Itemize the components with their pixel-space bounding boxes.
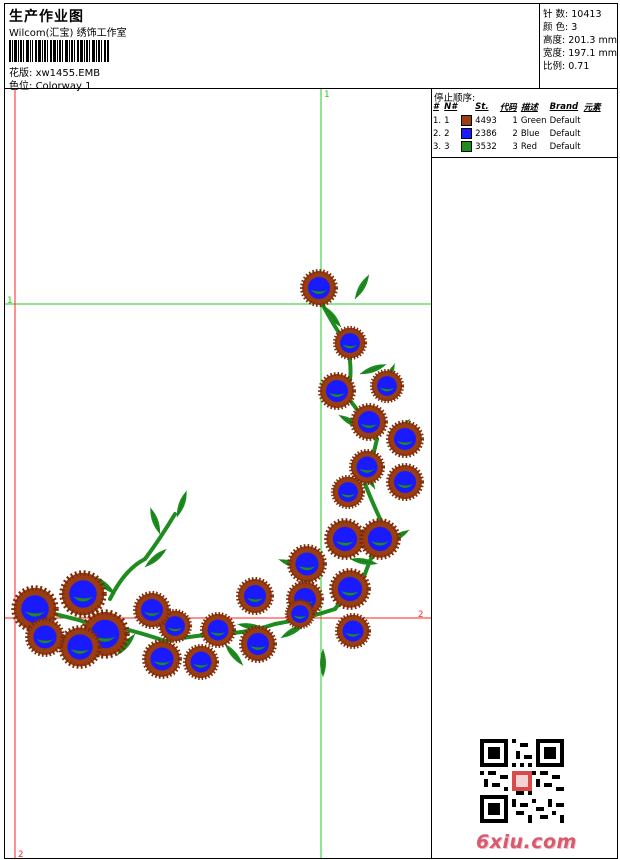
row-n: 1 (444, 115, 450, 126)
color-row[interactable]: 2. 2 2386 2 Blue Default (433, 127, 605, 140)
stop-sequence-section: 停止顺序: # N# St. 代码 描述 Brand 元素 1. 1 4493 … (432, 89, 617, 158)
color-row[interactable]: 1. 1 4493 1 Green Default (433, 114, 605, 127)
site-watermark: 6xiu.com (476, 831, 577, 853)
row-swatch (461, 114, 475, 127)
row-code: 2 (512, 128, 518, 139)
row-index: 3. (433, 141, 442, 152)
row-swatch (461, 127, 475, 140)
row-brand: Default (549, 115, 581, 126)
scale-label: 比例: (543, 61, 566, 72)
guide-h1-label: 1 (7, 296, 12, 306)
studio-subtitle: Wilcom(汇宝) 绣饰工作室 (9, 28, 127, 39)
row-st: 4493 (475, 115, 497, 126)
col-swatch (461, 101, 475, 114)
row-n: 2 (444, 128, 450, 139)
color-table-header: # N# St. 代码 描述 Brand 元素 (433, 101, 605, 114)
row-n: 3 (444, 141, 450, 152)
specs-panel: 针 数: 10413 颜 色: 3 高度: 201.3 mm 宽度: 197.1… (539, 3, 618, 89)
row-desc: Green (520, 115, 547, 126)
color-row[interactable]: 3. 3 3532 3 Red Default (433, 140, 605, 153)
guide-h2-label: 2 (418, 610, 423, 620)
header-panel: 生产作业图 Wilcom(汇宝) 绣饰工作室 花版: xw1455.EMB 色位… (4, 3, 540, 92)
guide-v1-label: 1 (324, 90, 329, 100)
color-swatch-icon (461, 128, 473, 139)
page-title: 生产作业图 (9, 9, 84, 25)
row-brand: Default (549, 128, 581, 139)
height-spec: 高度: 201.3 mm (543, 32, 617, 46)
row-element (584, 114, 605, 127)
col-n: N# (444, 102, 458, 112)
scale-value: 0.71 (568, 61, 590, 72)
row-brand: Default (549, 141, 581, 152)
row-desc: Blue (520, 128, 540, 139)
width-spec: 宽度: 197.1 mm (543, 45, 617, 59)
row-st: 2386 (475, 128, 497, 139)
col-code: 代码 (499, 103, 517, 113)
col-desc: 描述 (520, 103, 538, 113)
design-canvas[interactable]: 1 1 2 2 (4, 88, 432, 859)
color-swatch-icon (461, 115, 473, 126)
col-st: St. (475, 102, 489, 112)
color-table: # N# St. 代码 描述 Brand 元素 1. 1 4493 1 Gree… (433, 101, 605, 153)
scale-spec: 比例: 0.71 (543, 58, 589, 72)
color-swatch-icon (461, 141, 473, 152)
col-brand: Brand (549, 102, 579, 112)
stop-sequence-panel: 停止顺序: # N# St. 代码 描述 Brand 元素 1. 1 4493 … (431, 88, 618, 859)
row-index: 2. (433, 128, 442, 139)
row-element (584, 140, 605, 153)
row-st: 3532 (475, 141, 497, 152)
col-index: # (433, 102, 439, 112)
col-element: 元素 (583, 103, 601, 113)
color-count: 颜 色: 3 (543, 19, 577, 33)
row-index: 1. (433, 115, 442, 126)
barcode-icon (9, 40, 109, 62)
row-swatch (461, 140, 475, 153)
row-element (584, 127, 605, 140)
qr-code-icon (480, 739, 564, 823)
stitch-count: 针 数: 10413 (543, 6, 602, 20)
row-code: 1 (512, 115, 518, 126)
row-desc: Red (520, 141, 537, 152)
guide-v2-label: 2 (18, 850, 23, 859)
row-code: 3 (512, 141, 518, 152)
embroidery-preview: 1 1 2 2 (5, 89, 431, 859)
